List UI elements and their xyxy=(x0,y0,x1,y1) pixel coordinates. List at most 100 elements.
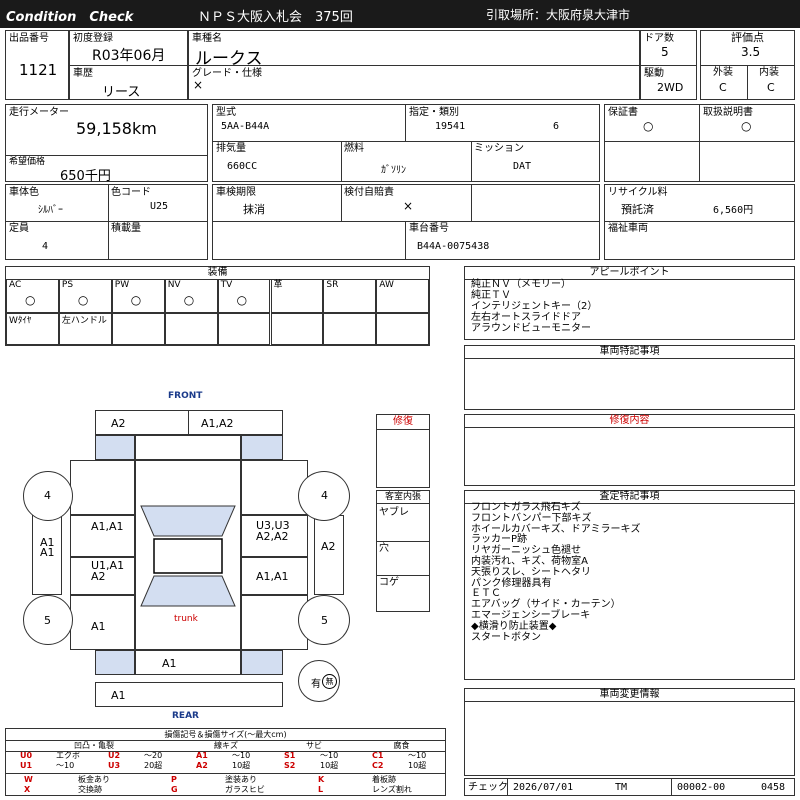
sill-l: A1 A1 xyxy=(32,515,62,595)
car-name-label: 車種名 xyxy=(192,33,222,44)
appeal-line: 純正ＮＶ（メモリー） xyxy=(471,279,571,290)
equipment-option-2 xyxy=(111,313,165,345)
footer-bar: チェック 2026/07/01 TM 00002-00 0458 xyxy=(464,778,795,796)
equipment-item-ps: PS ○ xyxy=(58,279,112,313)
windshield xyxy=(135,435,241,460)
welfare-label: 福祉車両 xyxy=(608,223,648,234)
equipment-option-6 xyxy=(323,313,377,345)
equipment-label: AW xyxy=(379,280,394,290)
repair-content-title: 修復内容 xyxy=(465,415,794,428)
docs-box: 保証書 ○ 取扱説明書 ○ xyxy=(604,104,795,182)
score-box: 評価点 3.5 外装 C 内装 C xyxy=(700,30,795,100)
equipment-item-nv: NV ○ xyxy=(164,279,218,313)
equipment-item-sr: SR xyxy=(323,279,377,313)
equipment-label: AC xyxy=(9,280,22,290)
front-side-r xyxy=(241,460,308,515)
first-reg-box: 初度登録 R03年06月 車歴 リース xyxy=(69,30,188,100)
history-value: リース xyxy=(102,85,141,100)
header-bar: Condition Check ＮＰＳ大阪入札会 375回 引取場所：大阪府泉大… xyxy=(0,0,800,28)
equipment-item-aw: AW xyxy=(376,279,430,313)
legend-code: U3 xyxy=(108,761,121,770)
recycle-fee: 6,560円 xyxy=(713,205,754,216)
spare-none-icon: 無 xyxy=(322,674,337,689)
fuel-value: ｶﾞｿﾘﾝ xyxy=(381,165,406,176)
legend-code: C2 xyxy=(372,761,384,770)
equipment-mark: ○ xyxy=(236,293,248,307)
legend-mark-code: K xyxy=(318,775,325,784)
score-value: 3.5 xyxy=(741,45,761,59)
legend-mark-desc: ガラスヒビ xyxy=(225,785,265,794)
lot-number: 1121 xyxy=(19,61,58,79)
rear-lower-mark: A1 xyxy=(111,689,126,702)
legend-mark-code: G xyxy=(171,785,178,794)
displacement-value: 660CC xyxy=(227,161,258,172)
equipment-label: PW xyxy=(114,280,130,290)
chassis-label: 車台番号 xyxy=(409,223,449,234)
special-title: 車両特記事項 xyxy=(465,346,794,359)
legend-title: 損傷記号＆損傷サイズ(〜最大cm) xyxy=(164,730,287,739)
legend-mark-desc: 着板跡 xyxy=(372,775,396,784)
interior-hole: 穴 xyxy=(379,543,389,554)
front-label: FRONT xyxy=(168,391,203,401)
legend-desc: 10超 xyxy=(320,761,339,770)
equipment-box: 装備 AC ○ PS ○ PW ○ NV ○ TV ○ 革 SR AW Wﾀｲﾔ 左ハンドル xyxy=(5,266,430,346)
score-label: 評価点 xyxy=(731,31,764,44)
mission-label: ミッション xyxy=(474,143,524,154)
check-label: チェック xyxy=(468,782,508,793)
inspection-note-line: フロントバンパー下部キズ xyxy=(471,512,592,524)
sill-r: A2 xyxy=(314,515,344,595)
legend-desc: エクボ xyxy=(56,751,80,760)
load-label: 積載量 xyxy=(111,223,141,234)
legend-desc: 20超 xyxy=(144,761,163,770)
color-label: 車体色 xyxy=(9,187,39,198)
mileage-label: 走行メーター xyxy=(9,107,69,118)
manual-label: 取扱説明書 xyxy=(703,107,753,118)
rear-bumper: A1 xyxy=(135,650,241,675)
trunk-label: trunk xyxy=(174,614,198,624)
equipment-option-0: Wﾀｲﾔ xyxy=(6,313,59,345)
recycle-status: 預託済 xyxy=(621,203,654,216)
hood-right-mark: A1,A2 xyxy=(201,417,234,430)
appeal-line: 純正ＴＶ xyxy=(471,290,511,301)
legend-code: C1 xyxy=(372,751,384,760)
price-value: 650千円 xyxy=(60,169,111,184)
legend-code: A1 xyxy=(196,751,208,760)
equipment-option-7 xyxy=(376,313,430,345)
tire-rr: 5 xyxy=(298,595,350,645)
fender-fr xyxy=(241,435,283,460)
designation-value: 19541 xyxy=(435,121,466,132)
price-label: 希望価格 xyxy=(9,157,46,167)
interior-label: 客室内張 xyxy=(377,491,429,504)
tire-rl-mark: 5 xyxy=(44,614,51,627)
legend-mark-code: P xyxy=(171,775,177,784)
equipment-option-3 xyxy=(164,313,218,345)
legend-mark-desc: レンズ割れ xyxy=(372,785,412,794)
model-value: 5AA-B44A xyxy=(221,121,270,132)
fender-fl xyxy=(95,435,135,460)
interior-tear: ヤブレ xyxy=(379,507,409,518)
equipment-mark: ○ xyxy=(130,293,142,307)
equipment-option-label: Wﾀｲﾔ xyxy=(9,316,32,326)
equipment-label: PS xyxy=(61,280,74,290)
inspection-box: 車検期限 抹消 検付自賠責 × 車台番号 B44A-0075438 xyxy=(212,184,600,260)
warranty-value: ○ xyxy=(643,119,654,133)
legend-mark-desc: 塗装あり xyxy=(225,775,257,784)
repair-box: 修復 xyxy=(376,414,430,488)
manual-value: ○ xyxy=(741,119,752,133)
inspection-notes-box: 査定特記事項 フロントガラス飛石キズ フロントバンパー下部キズ ホイールカバーキズ、… xyxy=(464,490,795,680)
tire-rl: 5 xyxy=(23,595,73,645)
tire-rr-mark: 5 xyxy=(321,614,328,627)
equipment-option-5 xyxy=(270,313,324,345)
footer-num: 0458 xyxy=(761,782,786,793)
rear-door-r: A1,A1 xyxy=(241,557,308,595)
model-box: 型式 5AA-B44A 指定・類別 19541 6 排気量 660CC 燃料 ｶ… xyxy=(212,104,600,182)
rear-corner-r xyxy=(241,650,283,675)
rear-door-r-mark: A1,A1 xyxy=(256,570,289,583)
ext-label: 外装 xyxy=(713,67,733,78)
inspection-notes-list: フロントガラス飛石キズ フロントバンパー下部キズ ホイールカバーキズ、ドアミラーキズ… xyxy=(471,502,641,643)
front-door-r: U3,U3 A2,A2 xyxy=(241,515,308,557)
grade-value: × xyxy=(193,78,204,92)
equipment-item-革: 革 xyxy=(270,279,324,313)
inspection-value: 抹消 xyxy=(243,203,265,216)
equipment-item-ac: AC ○ xyxy=(6,279,59,313)
